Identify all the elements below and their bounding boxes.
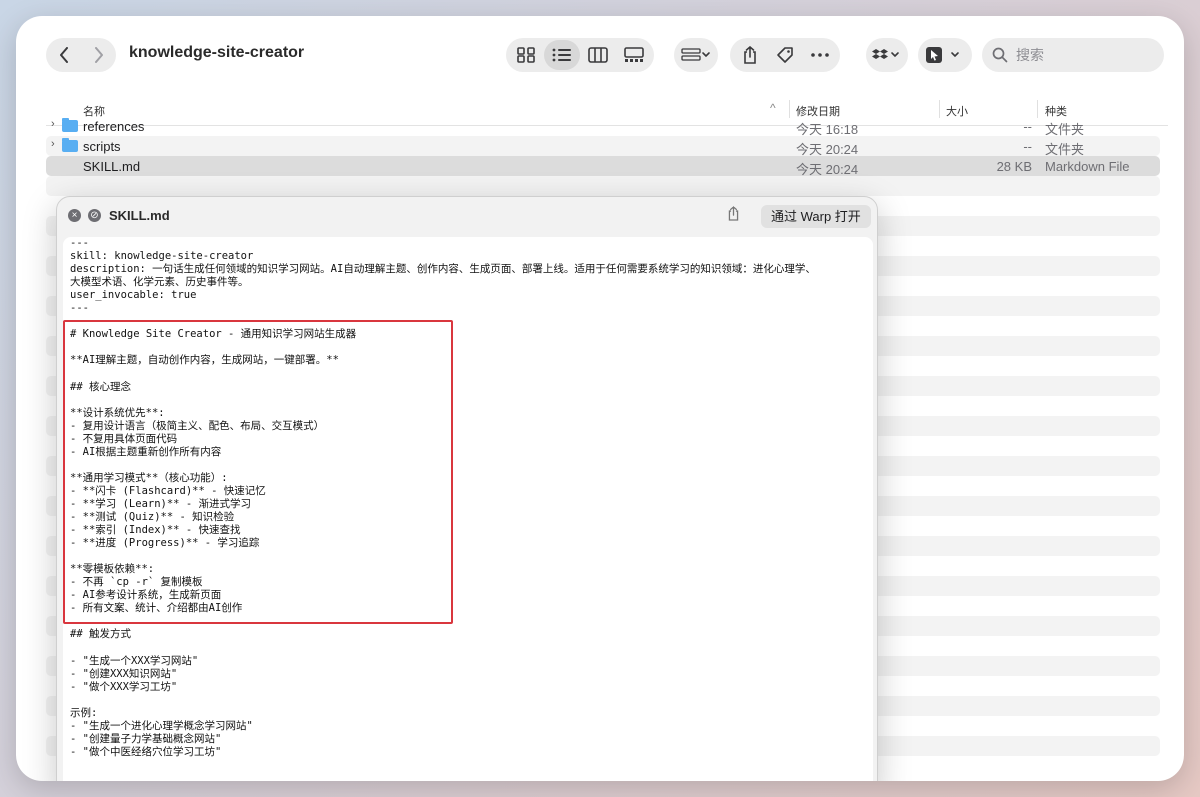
file-row-references[interactable]: › references 今天 16:18 -- 文件夹	[46, 116, 1160, 137]
search-icon	[992, 47, 1008, 63]
list-view-icon	[552, 48, 571, 62]
chevron-right-icon	[94, 47, 103, 63]
column-view-icon	[588, 47, 608, 63]
empty-row	[46, 176, 1160, 196]
tag-icon	[777, 47, 793, 63]
share-button[interactable]	[732, 40, 767, 70]
file-row-skill-md[interactable]: SKILL.md 今天 20:24 28 KB Markdown File	[46, 156, 1160, 177]
folder-icon	[62, 118, 78, 132]
quick-look-title: SKILL.md	[109, 208, 170, 223]
sort-ascending-icon[interactable]: ^	[770, 101, 776, 115]
disclosure-triangle-icon[interactable]: ›	[51, 138, 55, 150]
list-view-button[interactable]	[544, 40, 580, 70]
gallery-view-icon	[624, 47, 644, 62]
disclosure-triangle-icon[interactable]: ›	[51, 118, 55, 130]
finder-window: knowledge-site-creator 搜索 名称 ^ 修改日期 大小 种…	[16, 16, 1184, 781]
folder-icon	[62, 138, 78, 152]
file-name: SKILL.md	[83, 159, 141, 174]
quick-look-content: --- skill: knowledge-site-creator descri…	[63, 237, 873, 781]
view-switcher	[506, 38, 654, 72]
select-tool-inner	[918, 40, 972, 70]
file-name: scripts	[83, 139, 121, 154]
open-with-warp-button[interactable]: 通过 Warp 打开	[761, 205, 871, 228]
forward-button[interactable]	[81, 40, 116, 70]
back-button[interactable]	[46, 40, 81, 70]
markdown-text: --- skill: knowledge-site-creator descri…	[70, 237, 816, 758]
chevron-left-icon	[59, 47, 68, 63]
fullscreen-icon: ⊘	[90, 210, 99, 221]
share-icon	[728, 206, 739, 221]
gallery-view-button[interactable]	[616, 40, 652, 70]
close-icon: ×	[71, 210, 78, 221]
group-button-inner	[674, 40, 718, 70]
icon-view-button[interactable]	[508, 40, 544, 70]
search-field[interactable]: 搜索	[982, 38, 1164, 72]
dropbox-button[interactable]	[866, 38, 908, 72]
close-button[interactable]: ×	[68, 209, 81, 222]
file-row-scripts[interactable]: › scripts 今天 20:24 -- 文件夹	[46, 136, 1160, 157]
navigation-group	[46, 38, 116, 72]
tag-button[interactable]	[767, 40, 802, 70]
file-size: --	[1023, 119, 1032, 134]
more-button[interactable]	[803, 40, 838, 70]
toolbar: knowledge-site-creator 搜索	[16, 16, 1184, 94]
action-group	[730, 38, 840, 72]
file-kind: Markdown File	[1045, 159, 1130, 174]
quick-look-share-button[interactable]	[727, 206, 740, 226]
share-icon	[743, 46, 756, 64]
select-tool-button[interactable]	[918, 38, 972, 72]
file-name: references	[83, 119, 145, 134]
dropbox-icon	[872, 49, 899, 59]
column-view-button[interactable]	[580, 40, 616, 70]
window-title: knowledge-site-creator	[129, 44, 305, 61]
quick-look-panel: × ⊘ SKILL.md 通过 Warp 打开 --- skill: knowl…	[56, 196, 878, 781]
file-size: 28 KB	[996, 159, 1032, 174]
ellipsis-icon	[811, 53, 830, 57]
fullscreen-button[interactable]: ⊘	[88, 209, 101, 222]
cursor-select-icon	[926, 47, 959, 63]
group-button[interactable]	[674, 38, 718, 72]
dropbox-button-inner	[866, 40, 908, 70]
file-size: --	[1023, 139, 1032, 154]
quick-look-header: × ⊘ SKILL.md 通过 Warp 打开	[57, 197, 877, 235]
search-placeholder: 搜索	[1016, 47, 1044, 63]
icon-view-icon	[517, 47, 535, 63]
group-icon	[681, 48, 710, 61]
